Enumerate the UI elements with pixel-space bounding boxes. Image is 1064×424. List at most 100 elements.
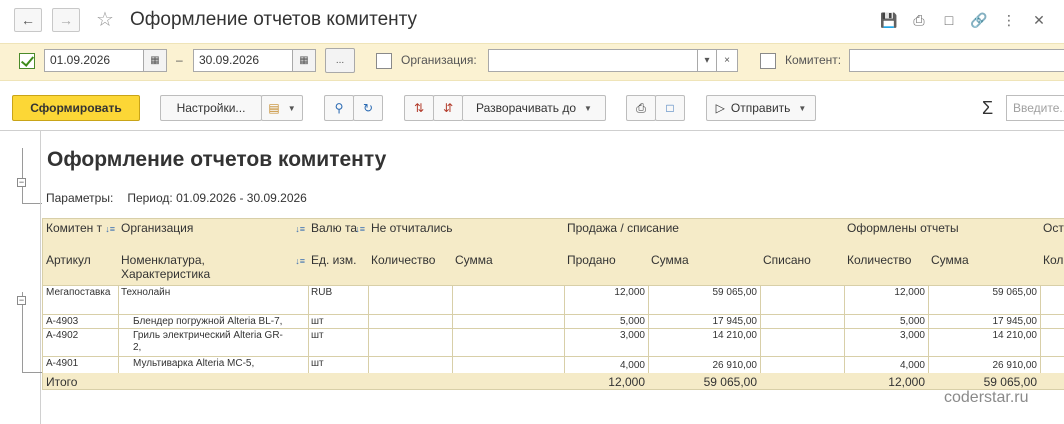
total-label-cell: Итого (42, 373, 119, 390)
save-icon[interactable]: 💾 (878, 10, 900, 30)
settings-button[interactable]: Настройки... (160, 95, 262, 121)
row-sum-sale-cell: 26 910,00 (648, 356, 761, 374)
search-input[interactable]: Введите... (1006, 95, 1064, 121)
group-komitent-cell[interactable]: Мегапоставка (42, 285, 119, 315)
header-nomenclature[interactable]: Номенклатура, Характеристика ↓≡ (118, 251, 309, 286)
find-next-button[interactable]: ↻ (353, 95, 383, 121)
favorite-star-icon[interactable]: ☆ (96, 7, 114, 32)
collapse-rows-icon: ⇵ (442, 101, 454, 115)
sort-icon: ↓≡ (295, 256, 305, 266)
print-button[interactable]: ⎙ (626, 95, 656, 121)
print-preview-button[interactable]: □ (655, 95, 685, 121)
header-sold: Продано (564, 251, 649, 286)
row-empty-cell (1040, 328, 1064, 357)
total-empty-cell (118, 373, 309, 390)
row-sold-cell: 4,000 (564, 356, 649, 374)
row-article-cell[interactable]: А-4903 (42, 314, 119, 329)
row-name-cell[interactable]: Блендер погружной Alteria BL-7, (118, 314, 309, 329)
chevron-down-icon: ▼ (287, 103, 296, 113)
search-icon: ⚲ (334, 101, 344, 115)
expand-rows-icon: ⇅ (413, 101, 425, 115)
calendar-to-button[interactable]: ▦ (292, 49, 316, 72)
more-icon[interactable]: ⋮ (998, 10, 1020, 30)
row-empty-cell (368, 328, 453, 357)
komitent-checkbox[interactable] (760, 53, 776, 69)
group-written-off-cell (760, 285, 845, 315)
row-sum-reports-cell: 17 945,00 (928, 314, 1041, 329)
group-currency-cell: RUB (308, 285, 369, 315)
komitent-input[interactable] (849, 49, 1064, 72)
row-unit-cell: шт (308, 314, 369, 329)
close-icon[interactable]: ✕ (1028, 10, 1050, 30)
total-sum-reports-cell: 59 065,00 (928, 373, 1041, 390)
group-rest-cell (1040, 285, 1064, 315)
expand-to-button[interactable]: Разворачивать до ▼ (462, 95, 606, 121)
calendar-from-button[interactable]: ▦ (143, 49, 167, 72)
row-sum-sale-cell: 17 945,00 (648, 314, 761, 329)
row-name-cell[interactable]: Гриль электрический Alteria GR-2, (118, 328, 309, 357)
total-qty-reports-cell: 12,000 (844, 373, 929, 390)
printer-icon: ⎙ (636, 100, 646, 115)
collapse-group-icon[interactable]: − (17, 178, 26, 187)
total-empty-cell (308, 373, 369, 390)
arrow-left-icon: ← (21, 12, 35, 28)
row-empty-cell (1040, 314, 1064, 329)
send-label: Отправить (730, 101, 791, 115)
organization-clear-button[interactable]: × (716, 49, 738, 72)
collapse-group-icon[interactable]: − (17, 296, 26, 305)
row-empty-cell (760, 356, 845, 374)
row-article-cell[interactable]: А-4902 (42, 328, 119, 357)
chevron-down-icon: ▼ (798, 103, 807, 113)
clipboard-icon: ▤ (268, 101, 280, 115)
row-article-cell[interactable]: А-4901 (42, 356, 119, 374)
preview-icon: □ (666, 101, 674, 115)
total-empty-cell (1040, 373, 1064, 390)
forward-button[interactable]: → (52, 8, 80, 32)
row-empty-cell (452, 314, 565, 329)
group-sold-cell: 12,000 (564, 285, 649, 315)
calendar-icon: ▦ (299, 55, 309, 66)
row-name-cell[interactable]: Мультиварка Alteria MC-5, (118, 356, 309, 374)
header-qty-rest: Кол (1040, 251, 1064, 286)
report-parameters: Параметры: Период: 01.09.2026 - 30.09.202… (46, 191, 307, 205)
header-qty-not-reported: Количество (368, 251, 453, 286)
params-label: Параметры: (46, 191, 114, 205)
organization-dropdown-button[interactable]: ▾ (697, 49, 717, 72)
back-button[interactable]: ← (14, 8, 42, 32)
period-checkbox[interactable] (19, 53, 35, 69)
period-select-button[interactable]: ... (325, 48, 355, 73)
chevron-down-icon: ▾ (704, 55, 710, 66)
variant-button[interactable]: ▤ ▼ (261, 95, 303, 121)
total-empty-cell (452, 373, 565, 390)
total-sum-sale-cell: 59 065,00 (648, 373, 761, 390)
date-from-input[interactable]: 01.09.2026 (44, 49, 144, 72)
header-komitent[interactable]: Комитен т ↓≡ (42, 218, 119, 252)
arrow-right-icon: → (59, 12, 73, 28)
send-button[interactable]: ▷ Отправить ▼ (706, 95, 816, 121)
window-title: Оформление отчетов комитенту (130, 9, 418, 30)
header-written-off: Списано (760, 251, 845, 286)
date-to-input[interactable]: 30.09.2026 (193, 49, 293, 72)
organization-checkbox[interactable] (376, 53, 392, 69)
header-label: Номенклатура, Характеристика (121, 253, 211, 281)
header-organization[interactable]: Организация ↓≡ (118, 218, 309, 252)
link-icon[interactable]: 🔗 (968, 10, 990, 30)
group-organization-cell[interactable]: Технолайн (118, 285, 309, 315)
header-article: Артикул (42, 251, 119, 286)
find-button[interactable]: ⚲ (324, 95, 354, 121)
preview-icon[interactable]: □ (938, 10, 960, 30)
group-qty-not-reported-cell (368, 285, 453, 315)
send-icon: ▷ (715, 101, 725, 115)
group-qty-reports-cell: 12,000 (844, 285, 929, 315)
header-currency[interactable]: Валю та ↓≡ (308, 218, 369, 252)
header-label: Организация (121, 221, 194, 235)
collapse-all-button[interactable]: ⇵ (433, 95, 463, 121)
print-icon[interactable]: ⎙ (908, 10, 930, 30)
group-line (22, 372, 42, 373)
expand-all-button[interactable]: ⇅ (404, 95, 434, 121)
organization-input[interactable] (488, 49, 698, 72)
row-empty-cell (760, 314, 845, 329)
row-sold-cell: 5,000 (564, 314, 649, 329)
sum-icon[interactable]: Σ (982, 98, 993, 119)
generate-report-button[interactable]: Сформировать (12, 95, 140, 121)
